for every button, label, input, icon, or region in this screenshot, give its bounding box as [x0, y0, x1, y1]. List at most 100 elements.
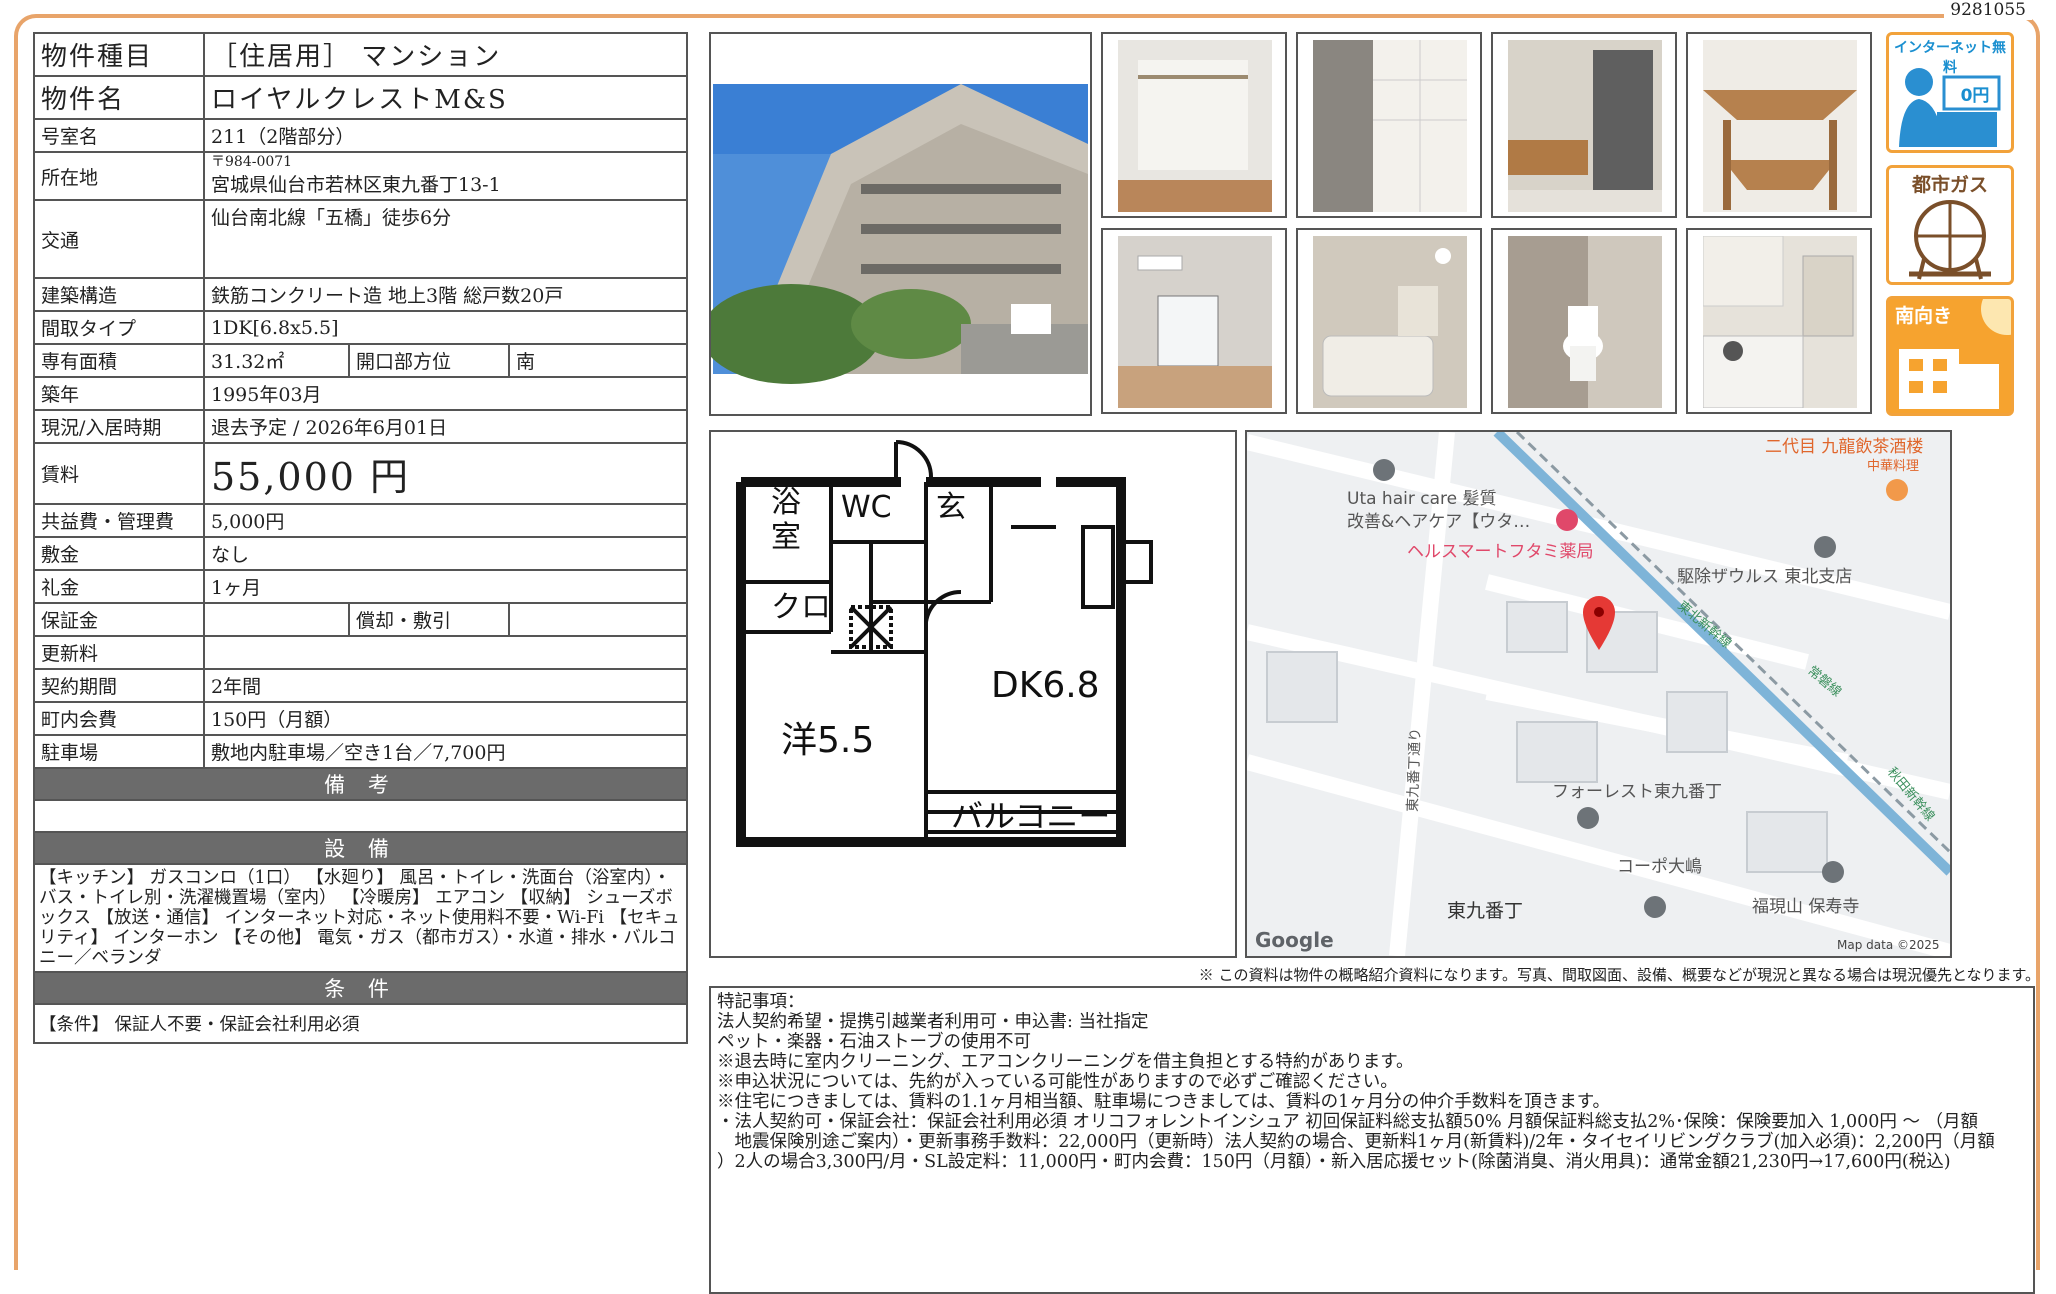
floor-plan-drawing: 浴 室 WC 玄 クロ DK6.8 洋5.5 バルコニー — [736, 440, 1153, 847]
row-town-fee: 町内会費 150円（月額） — [33, 701, 688, 736]
row-parking: 駐車場 敷地内駐車場／空き1台／7,700円 — [33, 734, 688, 769]
equipment-header: 設 備 — [33, 831, 688, 865]
amortization-value — [508, 602, 688, 637]
address-cell: 〒984-0071 宮城県仙台市若林区東九番丁13-1 — [203, 151, 688, 201]
special-line-6: ・法人契約可・保証会社：保証会社利用必須 オリコフォレントインシュア 初回保証料… — [717, 1112, 1979, 1132]
shelf-photo — [1296, 32, 1482, 218]
structure-label: 建築構造 — [33, 277, 205, 312]
conditions-row: 【条件】 保証人不要・保証会社利用必須 — [33, 1003, 688, 1044]
map-pharmacy: ヘルスマートフタミ薬局 — [1407, 542, 1594, 562]
map-hair2: 改善&ヘアケア【ウタ… — [1347, 512, 1530, 532]
term-label: 契約期間 — [33, 668, 205, 703]
map-pest: 駆除ザウルス 東北支店 — [1677, 567, 1852, 587]
amortization-label: 償却・敷引 — [348, 602, 510, 637]
special-line-8: ）2人の場合3,300円/月・SL設定料：11,000円・町内会費：150円（月… — [717, 1152, 1951, 1172]
type-value: ［住居用］ マンション — [203, 32, 688, 77]
name-label: 物件名 — [33, 75, 205, 120]
row-room: 号室名 211（2階部分） — [33, 118, 688, 153]
remarks-row — [33, 799, 688, 833]
traffic-label: 交通 — [33, 199, 205, 279]
built-value: 1995年03月 — [203, 376, 688, 411]
fee-label: 共益費・管理費 — [33, 503, 205, 538]
special-line-0: 特記事項： — [717, 992, 805, 1012]
building-exterior-image — [711, 34, 1090, 414]
guarantee-value — [203, 602, 350, 637]
address-value: 宮城県仙台市若林区東九番丁13-1 — [211, 174, 501, 196]
kitchen-image — [1703, 236, 1857, 408]
parking-label: 駐車場 — [33, 734, 205, 769]
document-number: 9281055 — [1944, 0, 2032, 20]
map-google: Google — [1255, 928, 1334, 952]
layout-label: 間取タイプ — [33, 310, 205, 345]
remarks-header: 備 考 — [33, 767, 688, 801]
row-built: 築年 1995年03月 — [33, 376, 688, 411]
remarks-value — [33, 799, 688, 833]
closet-label: クロ — [771, 590, 831, 625]
status-value: 退去予定 / 2026年6月01日 — [203, 409, 688, 444]
bathroom-photo — [1296, 228, 1482, 414]
toilet-photo — [1491, 228, 1677, 414]
map-corpo: コーポ大嶋 — [1617, 857, 1702, 877]
row-renewal: 更新料 — [33, 635, 688, 670]
closet-photo — [1101, 32, 1287, 218]
row-structure: 建築構造 鉄筋コンクリート造 地上3階 総戸数20戸 — [33, 277, 688, 312]
rent-label: 賃料 — [33, 442, 205, 505]
entrance-photo — [1491, 32, 1677, 218]
entrance-label: 玄 — [936, 490, 966, 525]
row-layout: 間取タイプ 1DK[6.8x5.5] — [33, 310, 688, 345]
area-value: 31.32㎡ — [203, 343, 350, 378]
row-key-money: 礼金 1ヶ月 — [33, 569, 688, 604]
row-fee: 共益費・管理費 5,000円 — [33, 503, 688, 538]
south-facing-badge: 南向き — [1886, 296, 2014, 416]
special-line-2: ペット・楽器・石油ストーブの使用不可 — [717, 1032, 1031, 1052]
location-map[interactable]: 二代目 九龍飲茶酒楼 中華料理 Uta hair care 髪質 改善&ヘアケア… — [1245, 430, 1952, 958]
kitchen-photo — [1686, 228, 1872, 414]
parking-value: 敷地内駐車場／空き1台／7,700円 — [203, 734, 688, 769]
deposit-label: 敷金 — [33, 536, 205, 571]
toilet-image — [1508, 236, 1662, 408]
entrance-image — [1508, 40, 1662, 212]
map-street: 東九番丁通り — [1405, 728, 1424, 813]
map-forest: フォーレスト東九番丁 — [1552, 782, 1722, 802]
row-deposit: 敷金 なし — [33, 536, 688, 571]
special-notes: 特記事項： 法人契約希望・提携引越業者利用可・申込書: 当社指定 ペット・楽器・… — [709, 986, 2035, 1294]
map-hair1: Uta hair care 髪質 — [1347, 489, 1496, 509]
row-address: 所在地 〒984-0071 宮城県仙台市若林区東九番丁13-1 — [33, 151, 688, 201]
room-label: 号室名 — [33, 118, 205, 153]
type-label: 物件種目 — [33, 32, 205, 77]
city-gas-text: 都市ガス — [1911, 174, 1988, 196]
special-line-1: 法人契約希望・提携引越業者利用可・申込書: 当社指定 — [717, 1012, 1149, 1032]
room-value: 211（2階部分） — [203, 118, 688, 153]
storage-photo — [1686, 32, 1872, 218]
sun-house-icon — [1899, 299, 2011, 409]
fee-value: 5,000円 — [203, 503, 688, 538]
postal-code: 〒984-0071 — [211, 154, 293, 170]
equipment-header-row: 設 備 — [33, 831, 688, 865]
living-room-image — [1118, 236, 1272, 408]
internet-price: 0円 — [1960, 86, 1990, 106]
key-money-value: 1ヶ月 — [203, 569, 688, 604]
town-fee-value: 150円（月額） — [203, 701, 688, 736]
opening-value: 南 — [508, 343, 688, 378]
map-temple: 福現山 保寿寺 — [1752, 897, 1859, 917]
closet-image — [1118, 40, 1272, 212]
opening-label: 開口部方位 — [348, 343, 510, 378]
row-term: 契約期間 2年間 — [33, 668, 688, 703]
traffic-value: 仙台南北線「五橋」徒歩6分 — [203, 199, 688, 279]
wc-label: WC — [841, 490, 892, 525]
city-gas-badge: 都市ガス — [1886, 165, 2014, 285]
western-room-label: 洋5.5 — [781, 720, 874, 761]
guarantee-label: 保証金 — [33, 602, 205, 637]
map-shop1: 二代目 九龍飲茶酒楼 — [1765, 437, 1923, 457]
storage-image — [1703, 40, 1857, 212]
special-line-7: 地震保険別途ご案内）・更新事務手数料：22,000円（更新時）法人契約の場合、更… — [717, 1132, 1995, 1152]
map-canvas: 二代目 九龍飲茶酒楼 中華料理 Uta hair care 髪質 改善&ヘアケア… — [1247, 432, 1950, 956]
map-shop1-sub: 中華料理 — [1867, 459, 1919, 474]
built-label: 築年 — [33, 376, 205, 411]
shelf-image — [1313, 40, 1467, 212]
conditions-header: 条 件 — [33, 971, 688, 1005]
floor-plan: 浴 室 WC 玄 クロ DK6.8 洋5.5 バルコニー — [709, 430, 1237, 958]
address-label: 所在地 — [33, 151, 205, 201]
renewal-value — [203, 635, 688, 670]
bathroom-image — [1313, 236, 1467, 408]
